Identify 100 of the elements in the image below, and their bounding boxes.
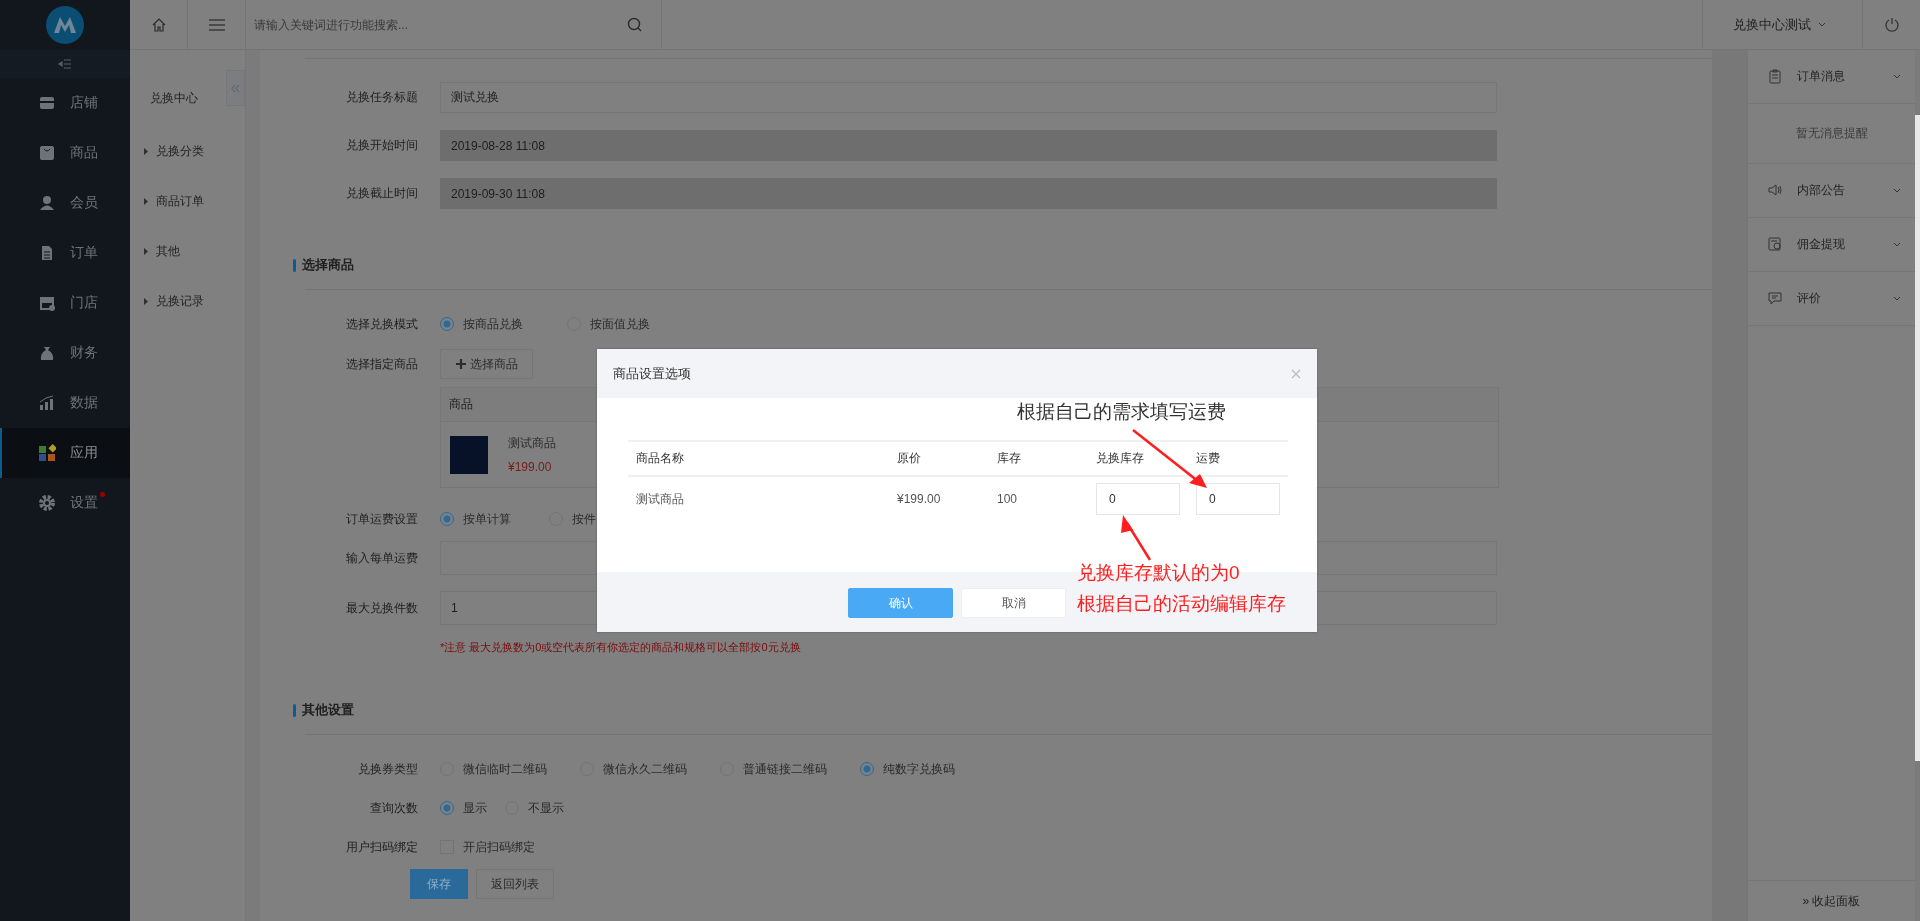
chevron-down-icon <box>1893 242 1901 247</box>
caret-icon <box>1818 22 1826 27</box>
comment-icon <box>1768 291 1782 306</box>
subnav-item[interactable]: 其他 <box>130 226 245 276</box>
home-icon <box>151 17 166 32</box>
bag-icon <box>38 144 56 162</box>
sidebar-item[interactable]: 店铺 <box>0 78 130 128</box>
subnav-title: 兑换中心 <box>150 89 198 107</box>
radio-option[interactable]: 按件 <box>549 510 596 528</box>
chevron-down-icon <box>1893 296 1901 301</box>
column-header: 兑换库存 <box>1096 450 1145 467</box>
radio-button[interactable] <box>440 801 454 815</box>
input-field[interactable]: 测试兑换 <box>440 82 1497 113</box>
bar-chart-icon <box>38 394 56 412</box>
sidebar-item[interactable]: 门店 <box>0 278 130 328</box>
radio-option[interactable]: 按面值兑换 <box>567 315 650 333</box>
field-label: 订单运费设置 <box>345 510 418 528</box>
radio-button[interactable] <box>440 512 454 526</box>
menu-icon <box>208 18 225 31</box>
triangle-right-icon <box>144 297 148 305</box>
field-label: 兑换开始时间 <box>345 137 418 154</box>
radio-option[interactable]: 微信永久二维码 <box>580 760 687 778</box>
subnav-item[interactable]: 商品订单 <box>130 176 245 226</box>
chevron-down-icon <box>1893 74 1901 79</box>
radio-option[interactable]: 按商品兑换 <box>440 315 523 333</box>
collapse-menu-icon <box>58 59 72 69</box>
shop-icon <box>38 94 56 112</box>
product-image-placeholder <box>450 435 488 474</box>
sidebar-item[interactable]: 财务 <box>0 328 130 378</box>
panel-section-header[interactable]: 订单消息 <box>1748 50 1915 104</box>
column-header: 库存 <box>997 450 1022 467</box>
column-header: 商品名称 <box>636 450 685 467</box>
sidebar-item[interactable]: 设置 <box>0 478 130 528</box>
radio-button[interactable] <box>860 762 874 776</box>
annotation-text: 兑换库存默认的为0 <box>1077 561 1240 585</box>
triangle-right-icon <box>144 147 148 155</box>
product-name: 测试商品 <box>508 435 556 452</box>
sidebar-item[interactable]: 订单 <box>0 228 130 278</box>
plus-icon <box>455 359 466 369</box>
empty-message: 暂无消息提醒 <box>1795 125 1868 142</box>
input-field[interactable]: 0 <box>1096 483 1180 515</box>
sidebar-item[interactable]: 会员 <box>0 178 130 228</box>
double-chevron-left-icon <box>231 83 240 93</box>
table-cell-text: ¥199.00 <box>897 492 942 506</box>
field-label: 兑换券类型 <box>357 760 418 778</box>
radio-button[interactable] <box>440 317 454 331</box>
annotation-arrow <box>1121 515 1152 561</box>
section-marker <box>293 258 296 272</box>
radio-option[interactable]: 纯数字兑换码 <box>860 760 955 778</box>
person-icon <box>38 194 56 212</box>
collapse-button[interactable] <box>226 70 245 106</box>
sidebar-item[interactable]: 数据 <box>0 378 130 428</box>
input-field[interactable]: 0 <box>1196 483 1280 515</box>
annotation-text: 根据自己的需求填写运费 <box>1017 400 1226 424</box>
column-header: 运费 <box>1196 450 1221 467</box>
section-title: 选择商品 <box>302 256 354 274</box>
triangle-right-icon <box>144 247 148 255</box>
checkbox-option[interactable]: 开启扫码绑定 <box>440 838 535 856</box>
field-label: 查询次数 <box>369 799 418 817</box>
subnav-item[interactable]: 兑换记录 <box>130 276 245 326</box>
radio-option[interactable]: 显示 <box>440 799 487 817</box>
power-icon <box>1884 17 1899 32</box>
subnav-item[interactable]: 兑换分类 <box>130 126 245 176</box>
confirm-button[interactable]: 确认 <box>848 588 953 618</box>
column-header: 原价 <box>897 450 922 467</box>
column-header: 商品 <box>449 396 473 413</box>
money-bag-icon <box>38 344 56 362</box>
apps-icon <box>38 444 56 462</box>
search-icon <box>627 16 643 33</box>
radio-option[interactable]: 微信临时二维码 <box>440 760 547 778</box>
triangle-right-icon <box>144 197 148 205</box>
wallet-icon <box>1768 237 1782 252</box>
save-button[interactable]: 保存 <box>410 869 468 899</box>
sidebar-item[interactable]: 商品 <box>0 128 130 178</box>
select-goods-button[interactable]: 选择商品 <box>440 349 533 379</box>
radio-option[interactable]: 不显示 <box>505 799 564 817</box>
close-icon[interactable] <box>1291 368 1301 379</box>
back-button[interactable]: 返回列表 <box>476 869 554 899</box>
warning-note: *注意 最大兑换数为0或空代表所有你选定的商品和规格可以全部按0元兑换 <box>440 641 801 653</box>
gear-icon <box>38 494 56 512</box>
field-label: 兑换截止时间 <box>345 185 418 202</box>
search-field[interactable]: 请输入关键词进行功能搜索... <box>246 17 627 32</box>
section-title: 其他设置 <box>302 701 354 719</box>
annotation-text: 根据自己的活动编辑库存 <box>1077 592 1286 616</box>
sidebar-item[interactable]: 应用 <box>0 428 130 478</box>
section-marker <box>293 703 296 717</box>
radio-option[interactable]: 普通链接二维码 <box>720 760 827 778</box>
field-label: 兑换任务标题 <box>345 89 418 106</box>
store-icon <box>38 294 56 312</box>
account-menu[interactable]: 兑换中心测试 <box>1702 0 1863 49</box>
field-label: 选择指定商品 <box>345 355 418 373</box>
speaker-icon <box>1768 183 1782 198</box>
field-label: 最大兑换件数 <box>345 599 418 617</box>
cancel-button[interactable]: 取消 <box>961 588 1066 618</box>
field-label: 输入每单运费 <box>345 549 418 567</box>
field-label: 用户扫码绑定 <box>345 838 418 856</box>
radio-option[interactable]: 按单计算 <box>440 510 511 528</box>
chevron-down-icon <box>1893 188 1901 193</box>
logo-icon <box>46 6 84 44</box>
dialog-title: 商品设置选项 <box>613 364 691 383</box>
